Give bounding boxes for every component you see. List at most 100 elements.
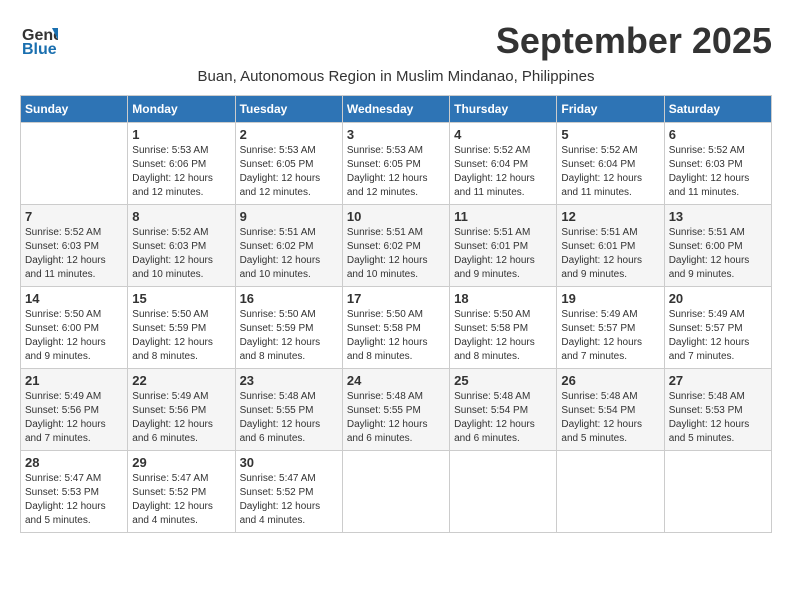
table-row: 5 Sunrise: 5:52 AM Sunset: 6:04 PM Daylig… bbox=[557, 123, 664, 205]
table-row: 14 Sunrise: 5:50 AM Sunset: 6:00 PM Dayli… bbox=[21, 287, 128, 369]
svg-text:Blue: Blue bbox=[22, 41, 57, 58]
day-info: Sunrise: 5:50 AM Sunset: 5:59 PM Dayligh… bbox=[132, 308, 230, 364]
day-number: 5 bbox=[561, 127, 659, 142]
day-info: Sunrise: 5:47 AM Sunset: 5:52 PM Dayligh… bbox=[132, 472, 230, 528]
table-row: 13 Sunrise: 5:51 AM Sunset: 6:00 PM Dayli… bbox=[664, 205, 771, 287]
calendar-header-row: Sunday Monday Tuesday Wednesday Thursday… bbox=[21, 96, 772, 123]
day-info: Sunrise: 5:47 AM Sunset: 5:53 PM Dayligh… bbox=[25, 472, 123, 528]
table-row: 20Sunrise: 5:49 AM Sunset: 5:57 PM Dayli… bbox=[664, 287, 771, 369]
table-row bbox=[342, 451, 449, 533]
day-number: 19 bbox=[561, 291, 659, 306]
table-row: 7 Sunrise: 5:52 AM Sunset: 6:03 PM Daylig… bbox=[21, 205, 128, 287]
day-number: 21 bbox=[25, 373, 123, 388]
day-number: 2 bbox=[240, 127, 338, 142]
day-number: 20 bbox=[669, 291, 767, 306]
table-row: 12Sunrise: 5:51 AM Sunset: 6:01 PM Dayli… bbox=[557, 205, 664, 287]
table-row: 26Sunrise: 5:48 AM Sunset: 5:54 PM Dayli… bbox=[557, 369, 664, 451]
day-info: Sunrise: 5:47 AM Sunset: 5:52 PM Dayligh… bbox=[240, 472, 338, 528]
day-number: 24 bbox=[347, 373, 445, 388]
day-number: 10 bbox=[347, 209, 445, 224]
table-row: 18Sunrise: 5:50 AM Sunset: 5:58 PM Dayli… bbox=[450, 287, 557, 369]
day-info: Sunrise: 5:48 AM Sunset: 5:53 PM Dayligh… bbox=[669, 390, 767, 446]
day-info: Sunrise: 5:52 AM Sunset: 6:04 PM Dayligh… bbox=[561, 144, 659, 200]
day-number: 22 bbox=[132, 373, 230, 388]
calendar-table: Sunday Monday Tuesday Wednesday Thursday… bbox=[20, 95, 772, 533]
header-saturday: Saturday bbox=[664, 96, 771, 123]
day-number: 15 bbox=[132, 291, 230, 306]
calendar-week-row: 28 Sunrise: 5:47 AM Sunset: 5:53 PM Dayli… bbox=[21, 451, 772, 533]
table-row: 19 Sunrise: 5:49 AM Sunset: 5:57 PM Dayli… bbox=[557, 287, 664, 369]
calendar-week-row: 14 Sunrise: 5:50 AM Sunset: 6:00 PM Dayli… bbox=[21, 287, 772, 369]
table-row: 17Sunrise: 5:50 AM Sunset: 5:58 PM Dayli… bbox=[342, 287, 449, 369]
table-row bbox=[664, 451, 771, 533]
day-number: 3 bbox=[347, 127, 445, 142]
table-row: 30 Sunrise: 5:47 AM Sunset: 5:52 PM Dayli… bbox=[235, 451, 342, 533]
table-row bbox=[450, 451, 557, 533]
day-info: Sunrise: 5:48 AM Sunset: 5:55 PM Dayligh… bbox=[240, 390, 338, 446]
header-wednesday: Wednesday bbox=[342, 96, 449, 123]
day-number: 23 bbox=[240, 373, 338, 388]
table-row: 22 Sunrise: 5:49 AM Sunset: 5:56 PM Dayli… bbox=[128, 369, 235, 451]
day-number: 29 bbox=[132, 455, 230, 470]
table-row: 4 Sunrise: 5:52 AM Sunset: 6:04 PM Daylig… bbox=[450, 123, 557, 205]
day-info: Sunrise: 5:50 AM Sunset: 6:00 PM Dayligh… bbox=[25, 308, 123, 364]
day-number: 14 bbox=[25, 291, 123, 306]
day-info: Sunrise: 5:52 AM Sunset: 6:03 PM Dayligh… bbox=[132, 226, 230, 282]
day-info: Sunrise: 5:50 AM Sunset: 5:58 PM Dayligh… bbox=[347, 308, 445, 364]
header-sunday: Sunday bbox=[21, 96, 128, 123]
table-row: 16Sunrise: 5:50 AM Sunset: 5:59 PM Dayli… bbox=[235, 287, 342, 369]
day-number: 7 bbox=[25, 209, 123, 224]
table-row bbox=[21, 123, 128, 205]
day-info: Sunrise: 5:48 AM Sunset: 5:55 PM Dayligh… bbox=[347, 390, 445, 446]
day-info: Sunrise: 5:51 AM Sunset: 6:00 PM Dayligh… bbox=[669, 226, 767, 282]
table-row: 28 Sunrise: 5:47 AM Sunset: 5:53 PM Dayli… bbox=[21, 451, 128, 533]
day-info: Sunrise: 5:53 AM Sunset: 6:05 PM Dayligh… bbox=[347, 144, 445, 200]
day-number: 13 bbox=[669, 209, 767, 224]
calendar-week-row: 7 Sunrise: 5:52 AM Sunset: 6:03 PM Daylig… bbox=[21, 205, 772, 287]
day-info: Sunrise: 5:53 AM Sunset: 6:05 PM Dayligh… bbox=[240, 144, 338, 200]
table-row: 15 Sunrise: 5:50 AM Sunset: 5:59 PM Dayli… bbox=[128, 287, 235, 369]
table-row bbox=[557, 451, 664, 533]
day-number: 28 bbox=[25, 455, 123, 470]
day-number: 30 bbox=[240, 455, 338, 470]
header-thursday: Thursday bbox=[450, 96, 557, 123]
logo: General Blue bbox=[20, 20, 58, 58]
header-monday: Monday bbox=[128, 96, 235, 123]
day-info: Sunrise: 5:51 AM Sunset: 6:01 PM Dayligh… bbox=[561, 226, 659, 282]
calendar-week-row: 1 Sunrise: 5:53 AM Sunset: 6:06 PM Daylig… bbox=[21, 123, 772, 205]
table-row: 23 Sunrise: 5:48 AM Sunset: 5:55 PM Dayli… bbox=[235, 369, 342, 451]
month-title: September 2025 bbox=[496, 20, 772, 62]
table-row: 29 Sunrise: 5:47 AM Sunset: 5:52 PM Dayli… bbox=[128, 451, 235, 533]
header-tuesday: Tuesday bbox=[235, 96, 342, 123]
day-number: 6 bbox=[669, 127, 767, 142]
day-number: 26 bbox=[561, 373, 659, 388]
day-info: Sunrise: 5:49 AM Sunset: 5:56 PM Dayligh… bbox=[25, 390, 123, 446]
day-info: Sunrise: 5:50 AM Sunset: 5:59 PM Dayligh… bbox=[240, 308, 338, 364]
day-info: Sunrise: 5:52 AM Sunset: 6:03 PM Dayligh… bbox=[25, 226, 123, 282]
day-number: 25 bbox=[454, 373, 552, 388]
day-number: 4 bbox=[454, 127, 552, 142]
table-row: 11 Sunrise: 5:51 AM Sunset: 6:01 PM Dayli… bbox=[450, 205, 557, 287]
day-number: 8 bbox=[132, 209, 230, 224]
table-row: 24 Sunrise: 5:48 AM Sunset: 5:55 PM Dayli… bbox=[342, 369, 449, 451]
day-info: Sunrise: 5:51 AM Sunset: 6:02 PM Dayligh… bbox=[240, 226, 338, 282]
day-info: Sunrise: 5:52 AM Sunset: 6:04 PM Dayligh… bbox=[454, 144, 552, 200]
day-number: 1 bbox=[132, 127, 230, 142]
day-info: Sunrise: 5:51 AM Sunset: 6:02 PM Dayligh… bbox=[347, 226, 445, 282]
day-number: 11 bbox=[454, 209, 552, 224]
table-row: 21 Sunrise: 5:49 AM Sunset: 5:56 PM Dayli… bbox=[21, 369, 128, 451]
day-info: Sunrise: 5:49 AM Sunset: 5:57 PM Dayligh… bbox=[561, 308, 659, 364]
day-info: Sunrise: 5:51 AM Sunset: 6:01 PM Dayligh… bbox=[454, 226, 552, 282]
day-number: 9 bbox=[240, 209, 338, 224]
header-friday: Friday bbox=[557, 96, 664, 123]
table-row: 25 Sunrise: 5:48 AM Sunset: 5:54 PM Dayli… bbox=[450, 369, 557, 451]
day-info: Sunrise: 5:48 AM Sunset: 5:54 PM Dayligh… bbox=[454, 390, 552, 446]
logo-icon: General Blue bbox=[20, 20, 58, 58]
day-info: Sunrise: 5:53 AM Sunset: 6:06 PM Dayligh… bbox=[132, 144, 230, 200]
table-row: 10 Sunrise: 5:51 AM Sunset: 6:02 PM Dayli… bbox=[342, 205, 449, 287]
table-row: 1 Sunrise: 5:53 AM Sunset: 6:06 PM Daylig… bbox=[128, 123, 235, 205]
day-info: Sunrise: 5:49 AM Sunset: 5:56 PM Dayligh… bbox=[132, 390, 230, 446]
table-row: 3 Sunrise: 5:53 AM Sunset: 6:05 PM Daylig… bbox=[342, 123, 449, 205]
table-row: 9 Sunrise: 5:51 AM Sunset: 6:02 PM Daylig… bbox=[235, 205, 342, 287]
table-row: 2 Sunrise: 5:53 AM Sunset: 6:05 PM Daylig… bbox=[235, 123, 342, 205]
